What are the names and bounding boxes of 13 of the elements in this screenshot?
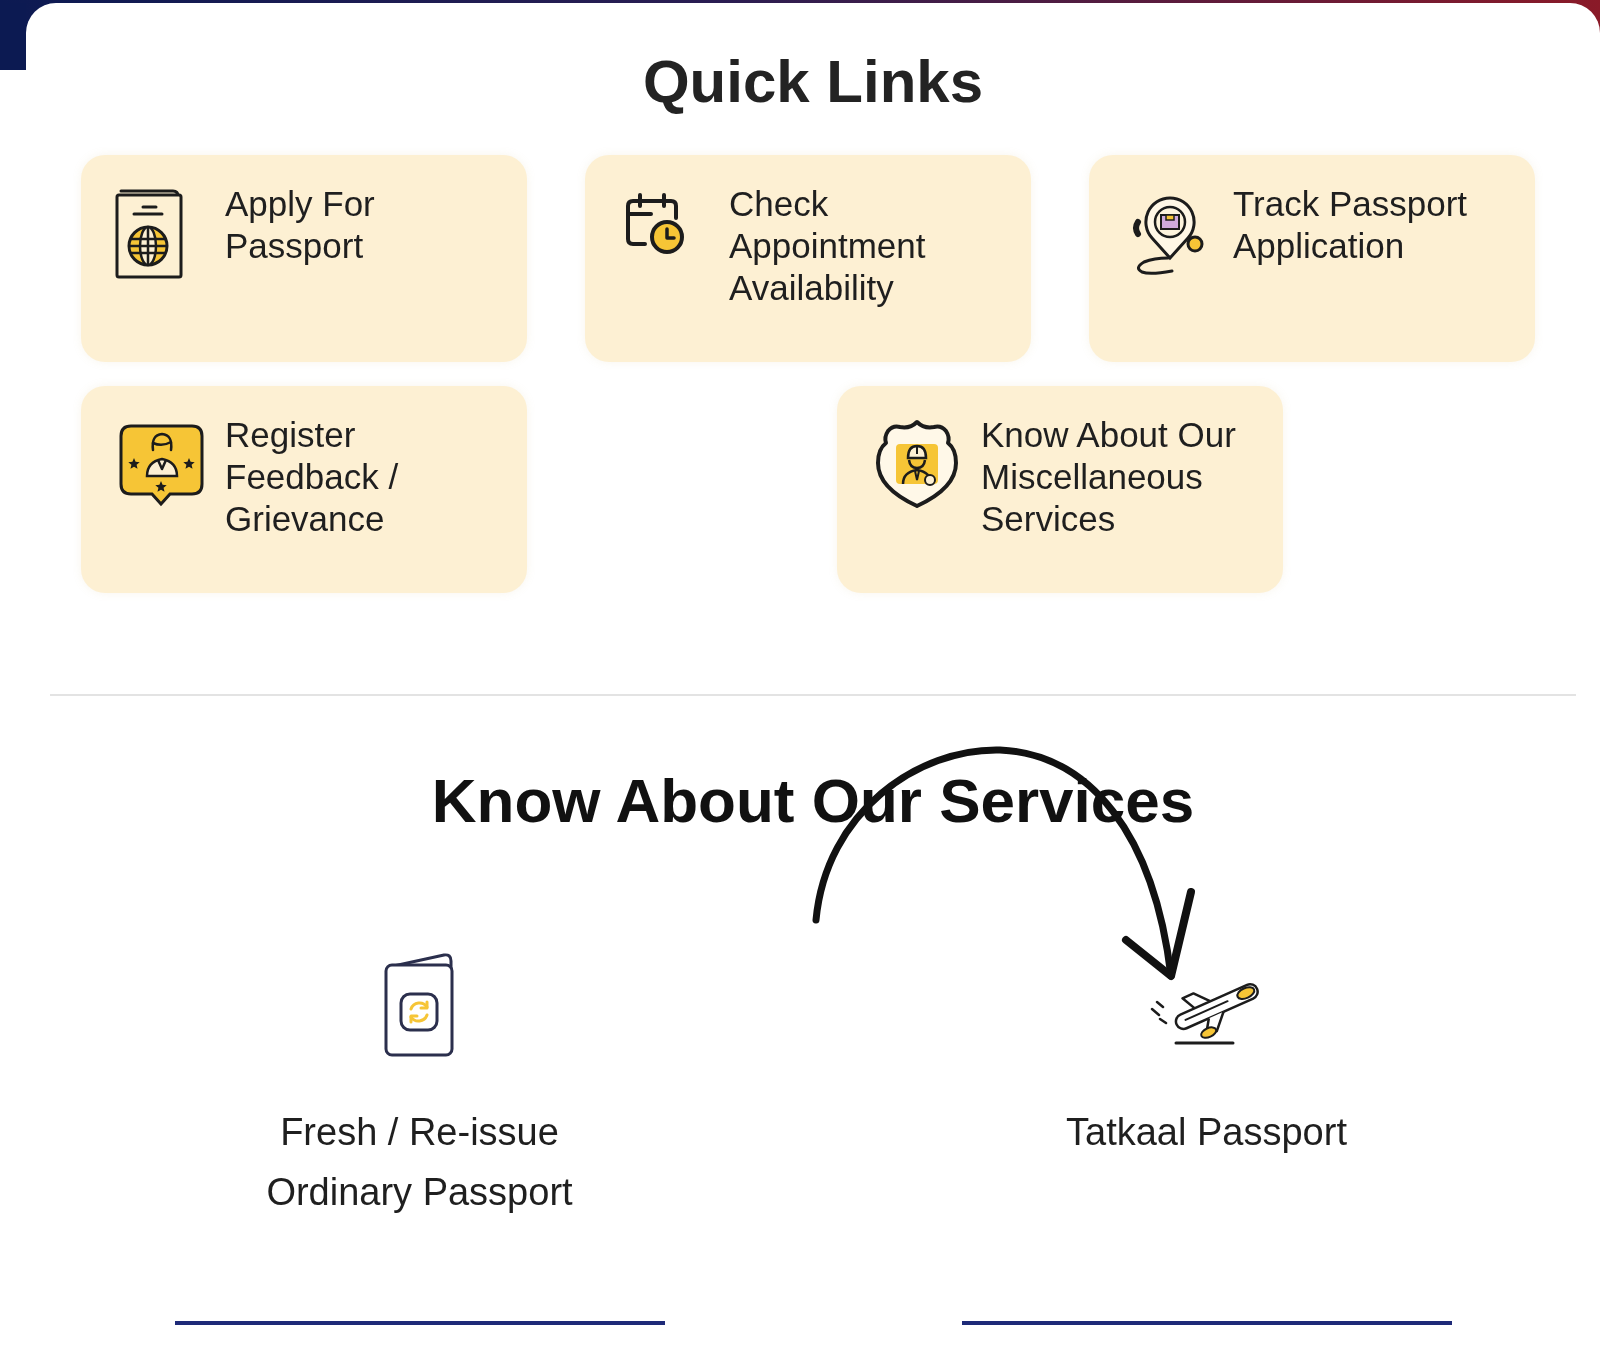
quick-link-card[interactable]: Register Feedback / Grievance — [81, 386, 527, 593]
service-link[interactable]: Fresh / Re-issue Ordinary Passport — [254, 1102, 585, 1222]
shield-person-icon — [874, 418, 960, 510]
person-stars-icon — [119, 424, 204, 508]
quick-link-card[interactable]: Know About Our Miscellaneous Services — [837, 386, 1283, 593]
quick-link-card[interactable]: Apply For Passport — [81, 155, 527, 362]
passport-globe-icon — [115, 189, 184, 279]
section-heading: Quick Links — [641, 47, 985, 117]
service-link[interactable]: Tatkaal Passport — [1066, 1102, 1347, 1162]
quick-link-card[interactable]: Check Appointment Availability — [585, 155, 1031, 362]
quick-link-card[interactable]: Track Passport Application — [1089, 155, 1535, 362]
passport-refresh-icon — [384, 951, 455, 1057]
calendar-clock-icon — [625, 192, 685, 255]
